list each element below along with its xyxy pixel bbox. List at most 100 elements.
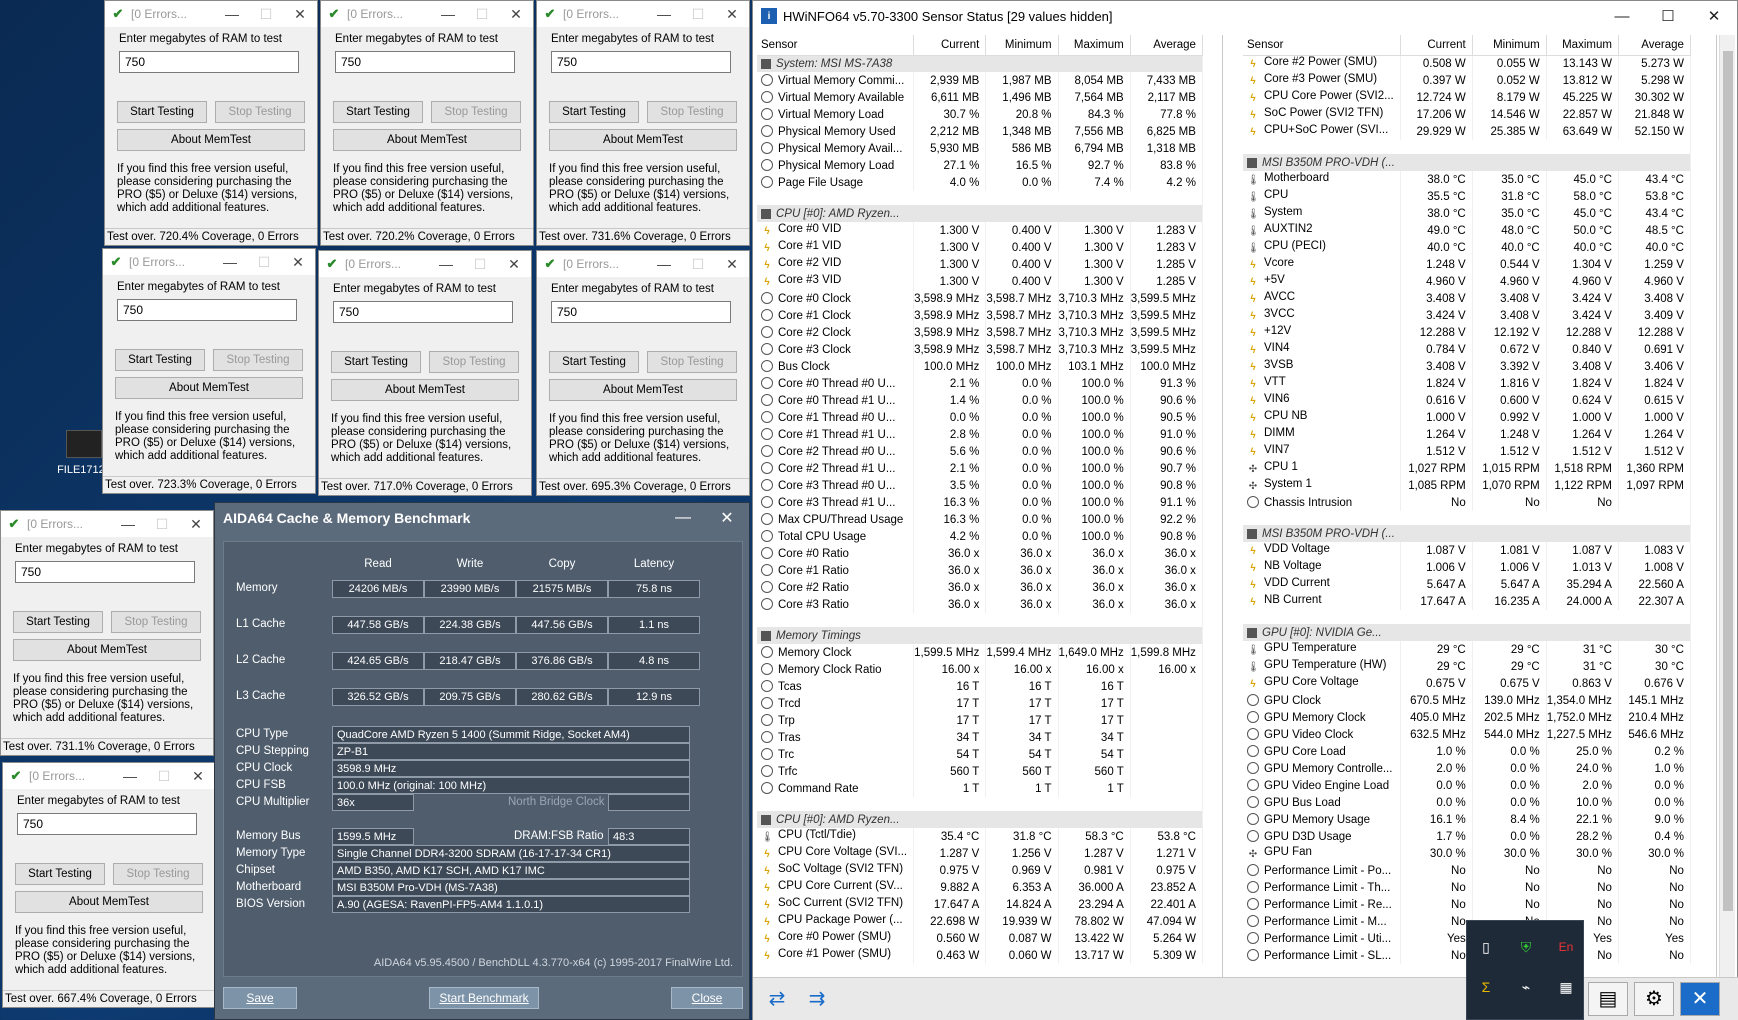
sensor-row[interactable]: ϟ Vcore 1.248 V 0.544 V 1.304 V 1.259 V	[1243, 256, 1691, 273]
sensor-row[interactable]: Performance Limit - Th... No No No No	[1243, 879, 1691, 896]
sensor-row[interactable]: 🌡 GPU Temperature 29 °C 29 °C 31 °C 30 °C	[1243, 641, 1691, 658]
close-icon[interactable]: ✕	[1691, 7, 1737, 25]
minimize-icon[interactable]: —	[113, 768, 147, 784]
sensor-row[interactable]: Core #2 Ratio 36.0 x 36.0 x 36.0 x 36.0 x	[757, 579, 1203, 596]
ram-megabytes-input[interactable]	[551, 51, 731, 73]
minimize-icon[interactable]: —	[431, 6, 465, 22]
sensor-row[interactable]: 🌡 CPU (PECI) 40.0 °C 40.0 °C 40.0 °C 40.0 °C	[1243, 239, 1691, 256]
sensor-row[interactable]: GPU Video Engine Load 0.0 % 0.0 % 2.0 % 0.0 …	[1243, 777, 1691, 794]
sensor-row[interactable]: ✣ CPU 1 1,027 RPM 1,015 RPM 1,518 RPM 1,360 R…	[1243, 460, 1691, 477]
scrollbar-thumb[interactable]	[1723, 51, 1733, 911]
sensor-row[interactable]: ϟ 3VSB 3.408 V 3.392 V 3.408 V 3.406 V	[1243, 358, 1691, 375]
ram-megabytes-input[interactable]	[15, 561, 195, 583]
ram-megabytes-input[interactable]	[551, 301, 731, 323]
minimize-icon[interactable]: —	[1599, 8, 1645, 25]
sensor-row[interactable]: Command Rate 1 T1 T1 T	[757, 780, 1203, 797]
memtest-titlebar[interactable]: ✔ [0 Errors... — ☐ ✕	[1, 511, 213, 537]
sensor-row[interactable]: ϟ Core #2 Power (SMU) 0.508 W 0.055 W 13.143…	[1243, 55, 1691, 72]
column-header-maximum[interactable]: Maximum	[1058, 35, 1131, 56]
sensor-row[interactable]: Trcd 17 T 17 T 17 T	[757, 695, 1203, 712]
hwinfo-titlebar[interactable]: i HWiNFO64 v5.70-3300 Sensor Status [29 …	[753, 1, 1737, 31]
nav-next-icon[interactable]: ⇉	[799, 988, 835, 1010]
sensor-row[interactable]: ϟ Core #0 Power (SMU) 0.560 W 0.087 W 13.422…	[757, 930, 1203, 947]
sensor-row[interactable]: Physical Memory Used 2,212 MB 1,348 MB 7,55…	[757, 123, 1203, 140]
sensor-row[interactable]: ✣ System 1 1,085 RPM 1,070 RPM 1,122 RPM 1,09…	[1243, 477, 1691, 494]
sensor-pane-right[interactable]: Sensor Current Minimum Maximum Average ϟ Core …	[1243, 35, 1717, 977]
sensor-row[interactable]: ϟ Core #2 VID 1.300 V 0.400 V 1.300 V 1.285 V	[757, 256, 1203, 273]
sensor-group[interactable]: MSI B350M PRO-VDH (...	[1243, 154, 1691, 171]
sensor-row[interactable]: ϟ VDD Voltage 1.087 V 1.081 V 1.087 V 1.083 V	[1243, 542, 1691, 559]
sensor-row[interactable]: Core #0 Thread #0 U... 2.1 % 0.0 % 100.0 % 9…	[757, 375, 1203, 392]
memtest-titlebar[interactable]: ✔ [0 Errors... — ☐ ✕	[3, 763, 215, 789]
sensor-row[interactable]: ϟ SoC Current (SVI2 TFN) 17.647 A 14.824 A2…	[757, 896, 1203, 913]
chip-icon[interactable]: ▦	[1553, 975, 1579, 999]
column-header-current[interactable]: Current	[913, 35, 987, 56]
sensor-row[interactable]: Bus Clock 100.0 MHz 100.0 MHz 103.1 MHz 100.…	[757, 358, 1203, 375]
sensor-row[interactable]: GPU D3D Usage 1.7 % 0.0 % 28.2 % 0.4 %	[1243, 828, 1691, 845]
nav-prev-icon[interactable]: ⇄	[759, 988, 795, 1010]
sensor-row[interactable]: ϟ Core #3 Power (SMU) 0.397 W 0.052 W 13.812…	[1243, 72, 1691, 89]
sensor-row[interactable]: Tcas 16 T 16 T 16 T	[757, 678, 1203, 695]
sensor-row[interactable]: Core #0 Clock 3,598.9 MHz 3,598.7 MHz 3,710…	[757, 290, 1203, 307]
sensor-row[interactable]: 🌡 System 38.0 °C 35.0 °C 45.0 °C 43.4 °C	[1243, 205, 1691, 222]
sensor-row[interactable]: GPU Bus Load 0.0 % 0.0 % 10.0 % 0.0 %	[1243, 794, 1691, 811]
about-memtest-button[interactable]: About MemTest	[549, 129, 737, 151]
sensor-row[interactable]: ϟ VDD Current 5.647 A 5.647 A 35.294 A 22.560…	[1243, 576, 1691, 593]
column-header-minimum[interactable]: Minimum	[1472, 35, 1547, 56]
sensor-row[interactable]: Core #3 Clock 3,598.9 MHz 3,598.7 MHz 3,710…	[757, 341, 1203, 358]
sensor-row[interactable]: ϟ +12V 12.288 V 12.192 V 12.288 V 12.288 V	[1243, 324, 1691, 341]
close-x-icon[interactable]: ✕	[1680, 982, 1720, 1016]
start-testing-button[interactable]: Start Testing	[331, 351, 421, 373]
usb-icon[interactable]: ▯	[1473, 935, 1499, 959]
sensor-row[interactable]: ϟ NB Current 17.647 A 16.235 A 24.000 A 22.30…	[1243, 593, 1691, 610]
close-icon[interactable]: ✕	[499, 6, 533, 23]
sensor-row[interactable]: Core #3 Thread #1 U... 16.3 % 0.0 % 100.0 %…	[757, 494, 1203, 511]
minimize-icon[interactable]: —	[213, 254, 247, 270]
minimize-icon[interactable]: —	[111, 516, 145, 532]
sensor-row[interactable]: ϟ Core #3 VID 1.300 V 0.400 V 1.300 V 1.285 V	[757, 273, 1203, 290]
column-header-maximum[interactable]: Maximum	[1546, 35, 1619, 56]
about-memtest-button[interactable]: About MemTest	[15, 891, 203, 913]
about-memtest-button[interactable]: About MemTest	[13, 639, 201, 661]
sensor-row[interactable]: Total CPU Usage 4.2 % 0.0 % 100.0 % 90.8 %	[757, 528, 1203, 545]
shield-icon[interactable]: ⛨	[1513, 935, 1539, 959]
sensor-group[interactable]: MSI B350M PRO-VDH (...	[1243, 525, 1691, 542]
sensor-row[interactable]: Core #0 Ratio 36.0 x 36.0 x 36.0 x 36.0 x	[757, 545, 1203, 562]
sensor-row[interactable]: Core #0 Thread #1 U... 1.4 % 0.0 % 100.0 % 9…	[757, 392, 1203, 409]
close-icon[interactable]: ✕	[497, 256, 531, 273]
column-header-current[interactable]: Current	[1400, 35, 1473, 56]
sensor-row[interactable]: Core #1 Thread #1 U... 2.8 % 0.0 % 100.0 % 9…	[757, 426, 1203, 443]
minimize-icon[interactable]: —	[215, 6, 249, 22]
report-icon[interactable]: ▤	[1588, 982, 1628, 1016]
sensor-row[interactable]: ϟ VIN6 0.616 V 0.600 V 0.624 V 0.615 V	[1243, 392, 1691, 409]
network-icon[interactable]: ⌁	[1513, 975, 1539, 999]
start-testing-button[interactable]: Start Testing	[117, 101, 207, 123]
sensor-row[interactable]: Core #1 Ratio 36.0 x 36.0 x 36.0 x 36.0 x	[757, 562, 1203, 579]
minimize-icon[interactable]: —	[429, 256, 463, 272]
sensor-row[interactable]: Page File Usage 4.0 % 0.0 % 7.4 % 4.2 %	[757, 174, 1203, 191]
sensor-row[interactable]: ϟ CPU Core Power (SVI2... 12.724 W 8.179 W4…	[1243, 89, 1691, 106]
sensor-group[interactable]: System: MSI MS-7A38	[757, 55, 1203, 72]
sensor-row[interactable]: ϟ VTT 1.824 V 1.816 V 1.824 V 1.824 V	[1243, 375, 1691, 392]
ram-megabytes-input[interactable]	[333, 301, 513, 323]
sensor-group[interactable]: CPU [#0]: AMD Ryzen...	[757, 811, 1203, 828]
memtest-titlebar[interactable]: ✔ [0 Errors... — ☐ ✕	[319, 251, 531, 277]
sensor-row[interactable]: ϟ SoC Voltage (SVI2 TFN) 0.975 V 0.969 V 0.9…	[757, 862, 1203, 879]
close-icon[interactable]: ✕	[281, 254, 315, 271]
sensor-row[interactable]: Core #3 Thread #0 U... 3.5 % 0.0 % 100.0 % 9…	[757, 477, 1203, 494]
sensor-row[interactable]: GPU Core Load 1.0 % 0.0 % 25.0 % 0.2 %	[1243, 743, 1691, 760]
sensor-row[interactable]: 🌡 CPU 35.5 °C 31.8 °C 58.0 °C 53.8 °C	[1243, 188, 1691, 205]
sensor-row[interactable]: ϟ GPU Core Voltage 0.675 V 0.675 V 0.863 V 0.…	[1243, 675, 1691, 692]
sensor-row[interactable]: Performance Limit - Re... No No No No	[1243, 896, 1691, 913]
sensor-row[interactable]: ϟ CPU Package Power (... 22.698 W 19.939 W7…	[757, 913, 1203, 930]
sensor-row[interactable]: Core #2 Thread #0 U... 5.6 % 0.0 % 100.0 % 9…	[757, 443, 1203, 460]
close-icon[interactable]: ✕	[715, 256, 749, 273]
sensor-row[interactable]: Core #1 Thread #0 U... 0.0 % 0.0 % 100.0 % 9…	[757, 409, 1203, 426]
column-header-average[interactable]: Average	[1130, 35, 1203, 56]
sensor-row[interactable]: Core #3 Ratio 36.0 x 36.0 x 36.0 x 36.0 x	[757, 596, 1203, 613]
memtest-titlebar[interactable]: ✔ [0 Errors... — ☐ ✕	[537, 1, 749, 27]
memtest-titlebar[interactable]: ✔ [0 Errors... — ☐ ✕	[103, 249, 315, 275]
sensor-row[interactable]: GPU Clock 670.5 MHz 139.0 MHz 1,354.0 MHz 14…	[1243, 692, 1691, 709]
sum-icon[interactable]: Σ	[1473, 975, 1499, 999]
about-memtest-button[interactable]: About MemTest	[331, 379, 519, 401]
